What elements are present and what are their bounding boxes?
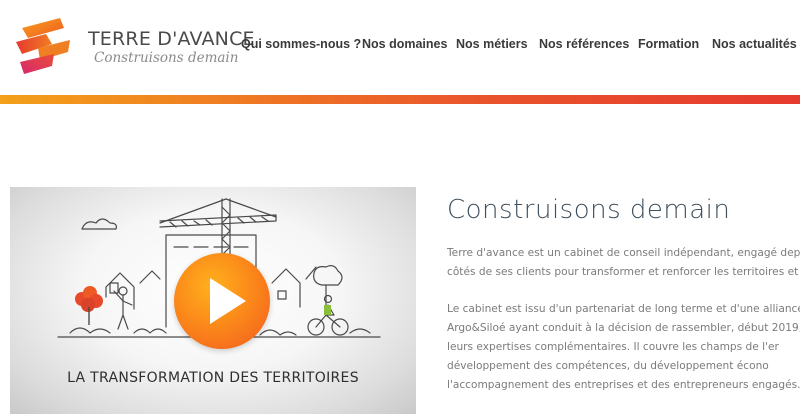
- intro-paragraph-2-line: Argo&Siloé ayant conduit à la décision d…: [447, 322, 800, 334]
- header-gradient-bar: [0, 95, 800, 104]
- main-nav: Qui sommes-nous ? Nos domaines Nos métie…: [0, 37, 800, 55]
- video-player[interactable]: LA TRANSFORMATION DES TERRITOIRES: [10, 187, 416, 414]
- video-caption: LA TRANSFORMATION DES TERRITOIRES: [67, 370, 359, 386]
- nav-item-qui-sommes-nous[interactable]: Qui sommes-nous ?: [241, 37, 361, 51]
- intro-paragraph-2-line: Le cabinet est issu d'un partenariat de …: [447, 303, 800, 315]
- play-button[interactable]: [174, 253, 270, 349]
- play-icon: [210, 278, 246, 324]
- nav-item-nos-domaines[interactable]: Nos domaines: [362, 37, 447, 51]
- nav-item-nos-actualites[interactable]: Nos actualités: [712, 37, 797, 51]
- intro-paragraph-2-line: leurs expertises complémentaires. Il cou…: [447, 341, 779, 353]
- site-header: TERRE D'AVANCE Construisons demain Qui s…: [0, 0, 800, 95]
- nav-item-formation[interactable]: Formation: [638, 37, 699, 51]
- nav-item-nos-metiers[interactable]: Nos métiers: [456, 37, 528, 51]
- intro-paragraph-1-line: Terre d'avance est un cabinet de conseil…: [447, 247, 800, 259]
- intro-paragraph-1-line: côtés de ses clients pour transformer et…: [447, 266, 800, 278]
- intro-heading: Construisons demain: [447, 195, 731, 225]
- intro-paragraph-2-line: l'accompagnement des entreprises et des …: [447, 379, 800, 391]
- intro-paragraph-2-line: développement des compétences, du dévelo…: [447, 360, 769, 372]
- nav-item-nos-references[interactable]: Nos références: [539, 37, 629, 51]
